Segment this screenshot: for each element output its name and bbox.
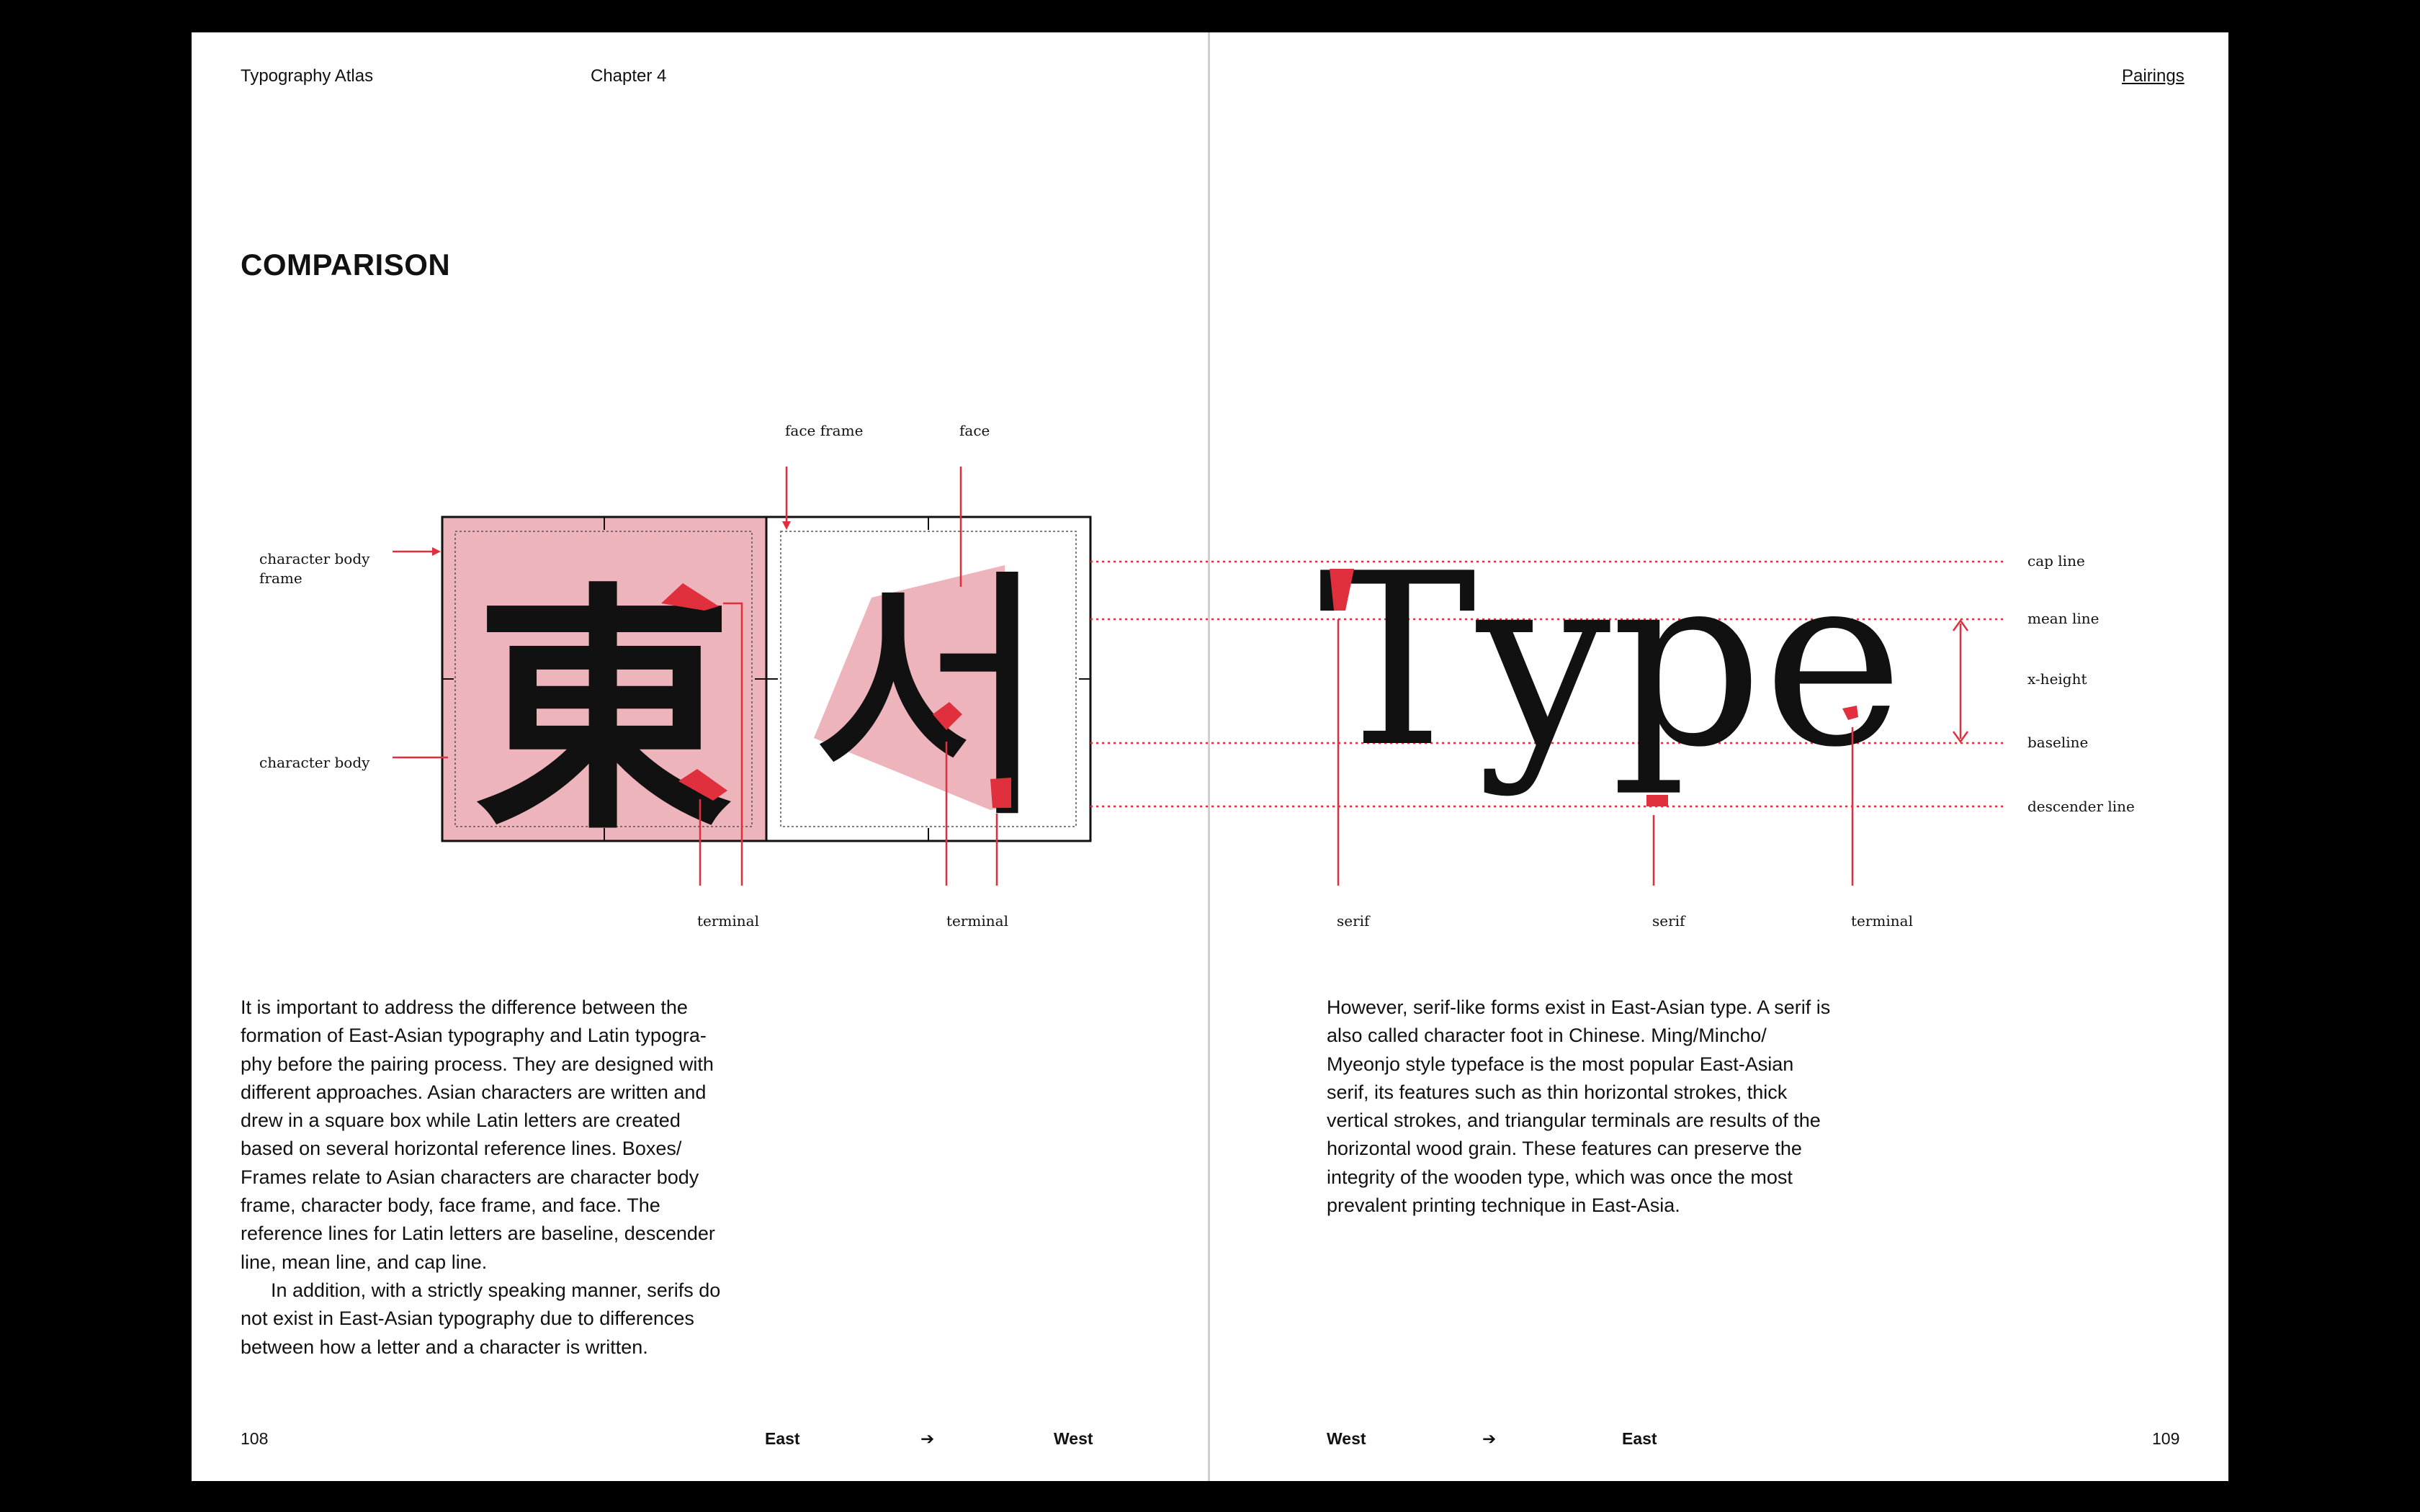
right-body-text: However, serif-like forms exist in East-… <box>1327 996 1831 1217</box>
label-character-body: character body <box>259 754 370 771</box>
latin-word: Type <box>1318 523 1904 799</box>
label-terminal-3: terminal <box>1851 912 1913 930</box>
footer-right-to: East <box>1622 1429 1657 1448</box>
label-character-body-frame: character body frame <box>259 550 370 587</box>
label-descender-line: descender line <box>2027 798 2135 815</box>
label-face-frame: face frame <box>785 422 864 439</box>
arrow-right-icon: ➔ <box>1482 1429 1497 1448</box>
label-serif-2: serif <box>1652 912 1685 930</box>
footer-left-from: East <box>765 1429 800 1448</box>
glyph-seo: 서 <box>807 546 1052 855</box>
arrow-right-icon: ➔ <box>920 1429 935 1448</box>
label-cap-line: cap line <box>2027 552 2085 570</box>
label-face: face <box>959 422 990 439</box>
page-number-left: 108 <box>241 1429 269 1448</box>
label-baseline: baseline <box>2027 734 2089 751</box>
label-serif-1: serif <box>1337 912 1370 930</box>
footer-left-to: West <box>1054 1429 1093 1448</box>
label-terminal-2: terminal <box>946 912 1008 930</box>
left-body-text: It is important to address the differenc… <box>241 996 721 1358</box>
label-x-height: x-height <box>2027 670 2087 688</box>
footer-right-from: West <box>1327 1429 1366 1448</box>
label-mean-line: mean line <box>2027 610 2099 627</box>
label-terminal-1: terminal <box>697 912 759 930</box>
page-number-right: 109 <box>2152 1429 2180 1448</box>
